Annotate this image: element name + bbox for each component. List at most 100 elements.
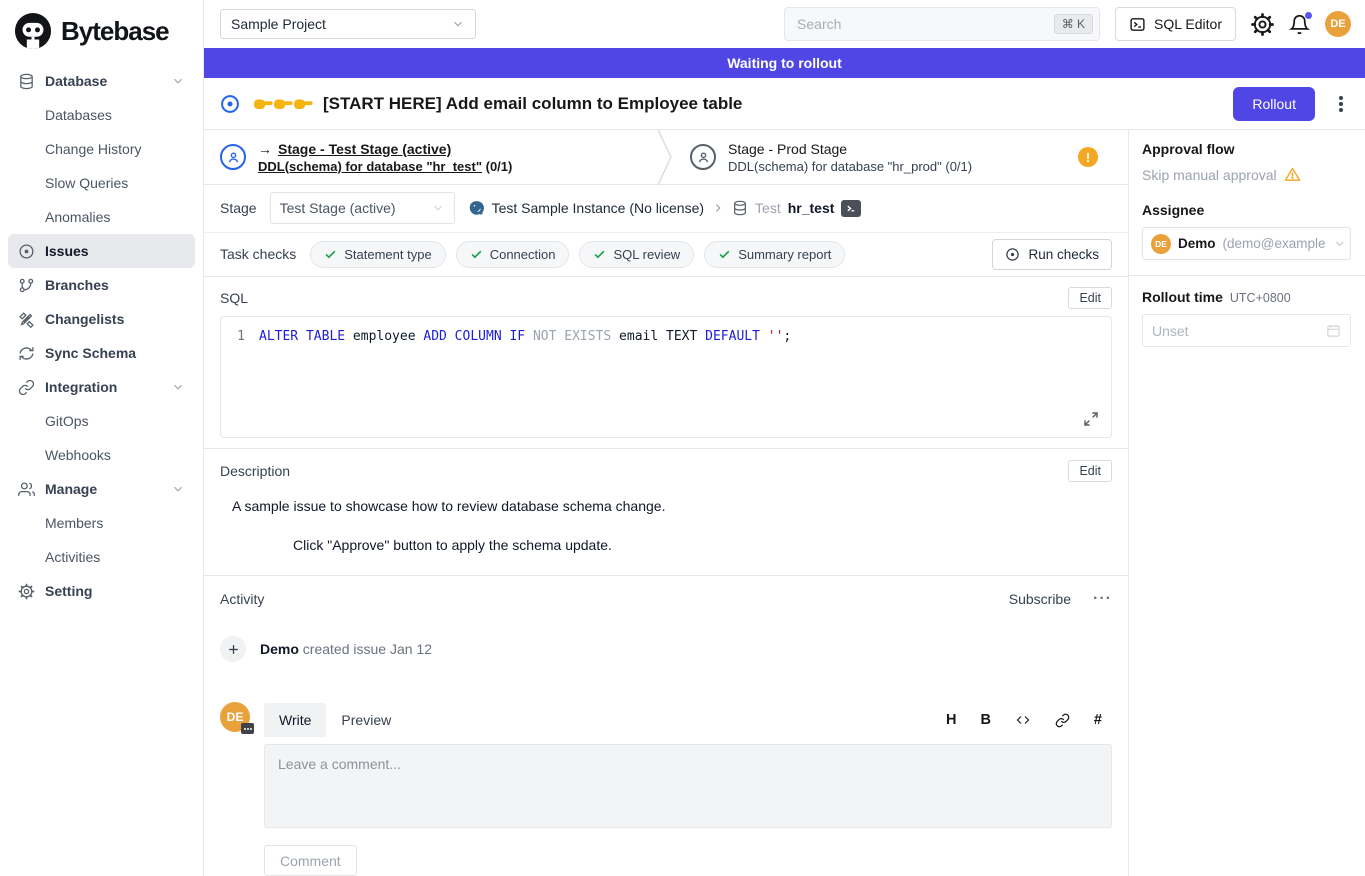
tab-preview[interactable]: Preview: [326, 703, 406, 737]
bytebase-logo-icon: [14, 12, 52, 50]
code-format-button[interactable]: [1015, 713, 1031, 727]
rollout-button[interactable]: Rollout: [1233, 87, 1315, 121]
instance-name[interactable]: Test Sample Instance (No license): [492, 200, 704, 216]
plus-icon: [220, 636, 246, 662]
check-pill-summary-report[interactable]: Summary report: [704, 241, 845, 268]
sidebar-item-databases[interactable]: Databases: [8, 98, 195, 132]
description-section: Description Edit A sample issue to showc…: [204, 448, 1128, 576]
rollout-timezone: UTC+0800: [1230, 291, 1291, 305]
description-paragraph: A sample issue to showcase how to review…: [232, 498, 1112, 514]
check-pill-connection[interactable]: Connection: [456, 241, 570, 268]
sidebar-item-change-history[interactable]: Change History: [8, 132, 195, 166]
check-icon: [593, 248, 606, 261]
sql-section: SQL Edit 1ALTER TABLE employee ADD COLUM…: [204, 277, 1128, 448]
event-actor[interactable]: Demo: [260, 641, 299, 657]
warning-triangle-icon: [1284, 166, 1301, 183]
check-pill-statement-type[interactable]: Statement type: [310, 241, 445, 268]
notifications-bell-button[interactable]: [1289, 14, 1310, 35]
panel-divider: [1129, 275, 1365, 276]
sidebar-item-integration[interactable]: Integration: [8, 370, 195, 404]
stage-select[interactable]: Test Stage (active): [270, 192, 455, 224]
comment-bubble-icon: [241, 723, 254, 734]
task-checks-label: Task checks: [220, 246, 296, 262]
calendar-icon: [1326, 323, 1341, 338]
bold-format-button[interactable]: B: [980, 712, 990, 728]
check-icon: [718, 248, 731, 261]
chevron-down-icon: [451, 17, 465, 31]
current-stage-arrow: →: [258, 141, 272, 157]
sidebar-item-issues[interactable]: Issues: [8, 234, 195, 268]
search-shortcut-badge: ⌘ K: [1054, 14, 1093, 34]
description-label: Description: [220, 463, 290, 479]
chevron-down-icon: [431, 201, 445, 215]
sidebar-nav: Database Databases Change History Slow Q…: [8, 64, 195, 608]
search-box: ⌘ K: [784, 7, 1100, 41]
comment-tabs: Write Preview H B #: [264, 702, 1112, 738]
stage-person-icon: [220, 144, 246, 170]
sidebar-item-gitops[interactable]: GitOps: [8, 404, 195, 438]
environment-name: Test: [755, 200, 781, 216]
chevron-down-icon: [1333, 237, 1346, 251]
sidebar-item-sync-schema[interactable]: Sync Schema: [8, 336, 195, 370]
gear-icon: [18, 583, 35, 600]
settings-gear-button[interactable]: [1251, 13, 1274, 36]
stage-pipeline: →Stage - Test Stage (active) DDL(schema)…: [204, 130, 1128, 185]
check-icon: [324, 248, 337, 261]
database-name[interactable]: hr_test: [788, 200, 835, 216]
assignee-avatar: DE: [1151, 234, 1171, 254]
sidebar-item-setting[interactable]: Setting: [8, 574, 195, 608]
subscribe-button[interactable]: Subscribe: [1009, 591, 1071, 607]
sidebar-item-slow-queries[interactable]: Slow Queries: [8, 166, 195, 200]
comment-editor: DE Write Preview H B #: [204, 702, 1128, 876]
chevron-down-icon: [171, 74, 185, 88]
comment-submit-button[interactable]: Comment: [264, 845, 357, 876]
sql-editor[interactable]: 1ALTER TABLE employee ADD COLUMN IF NOT …: [220, 316, 1112, 438]
database-icon: [732, 200, 748, 216]
issue-side-panel: Approval flow Skip manual approval Assig…: [1128, 130, 1365, 876]
gear-icon: [1251, 13, 1274, 36]
run-checks-button[interactable]: Run checks: [992, 239, 1112, 270]
users-icon: [18, 481, 35, 498]
heading-format-button[interactable]: H: [946, 712, 956, 728]
stage-card-prod[interactable]: Stage - Prod Stage DDL(schema) for datab…: [674, 130, 1128, 184]
activity-more-button[interactable]: ···: [1093, 590, 1112, 608]
tab-write[interactable]: Write: [264, 703, 326, 737]
sidebar-item-members[interactable]: Members: [8, 506, 195, 540]
database-icon: [18, 73, 35, 90]
stage-card-test[interactable]: →Stage - Test Stage (active) DDL(schema)…: [204, 130, 656, 184]
issue-icon: [18, 243, 35, 260]
sidebar-item-branches[interactable]: Branches: [8, 268, 195, 302]
open-in-sql-editor-icon[interactable]: [841, 200, 861, 217]
project-select[interactable]: Sample Project: [220, 9, 476, 39]
activity-section: Activity Subscribe ··· Demo created issu…: [204, 576, 1128, 662]
search-input[interactable]: [797, 16, 1054, 32]
stage-select-row: Stage Test Stage (active) Test Sample In…: [204, 185, 1128, 233]
sidebar-item-webhooks[interactable]: Webhooks: [8, 438, 195, 472]
app: Bytebase Database Databases Change Histo…: [0, 0, 1365, 876]
user-avatar[interactable]: DE: [1325, 11, 1351, 37]
brand-logo[interactable]: Bytebase: [8, 10, 195, 64]
sql-editor-button[interactable]: SQL Editor: [1115, 7, 1236, 41]
notification-dot: [1305, 12, 1312, 19]
comment-input[interactable]: [264, 744, 1112, 828]
sidebar-item-database[interactable]: Database: [8, 64, 195, 98]
expand-fullscreen-icon[interactable]: [1083, 411, 1099, 427]
description-edit-button[interactable]: Edit: [1068, 460, 1112, 482]
hash-format-button[interactable]: #: [1094, 712, 1102, 728]
link-format-button[interactable]: [1055, 713, 1070, 728]
check-pill-sql-review[interactable]: SQL review: [579, 241, 694, 268]
sidebar-item-anomalies[interactable]: Anomalies: [8, 200, 195, 234]
rollout-time-input[interactable]: Unset: [1142, 314, 1351, 347]
stage-separator: [656, 130, 674, 184]
sidebar-item-changelists[interactable]: Changelists: [8, 302, 195, 336]
terminal-icon: [1129, 16, 1146, 33]
left-sidebar: Bytebase Database Databases Change Histo…: [0, 0, 204, 876]
git-branch-icon: [18, 277, 35, 294]
sidebar-item-manage[interactable]: Manage: [8, 472, 195, 506]
status-banner: Waiting to rollout: [204, 48, 1365, 78]
issue-open-status-icon: [220, 94, 240, 114]
more-actions-kebab-icon[interactable]: [1339, 102, 1343, 106]
sql-edit-button[interactable]: Edit: [1068, 287, 1112, 309]
sidebar-item-activities[interactable]: Activities: [8, 540, 195, 574]
assignee-select[interactable]: DE Demo (demo@example: [1142, 227, 1351, 260]
